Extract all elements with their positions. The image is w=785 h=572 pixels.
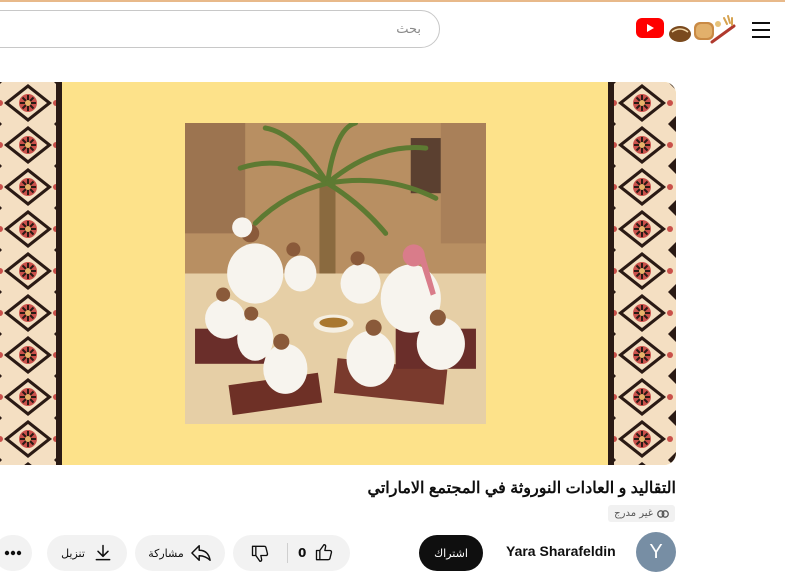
avatar-letter: Y bbox=[649, 540, 663, 563]
youtube-logo[interactable] bbox=[636, 18, 664, 38]
video-title: التقاليد و العادات النوروثة في المجتمع ا… bbox=[367, 480, 676, 497]
top-accent-line bbox=[0, 0, 785, 2]
share-label: مشاركة bbox=[148, 546, 184, 560]
left-pattern-border bbox=[0, 82, 62, 465]
bread-logo-icon bbox=[669, 15, 736, 44]
link-icon bbox=[657, 509, 669, 518]
share-icon bbox=[190, 545, 211, 561]
video-thumbnail-image bbox=[185, 123, 486, 424]
unlisted-label: غير مدرج bbox=[614, 508, 653, 519]
download-icon bbox=[95, 544, 111, 561]
like-dislike-group: 0 bbox=[233, 535, 350, 571]
download-label: تنزيل bbox=[61, 546, 85, 560]
video-player[interactable] bbox=[0, 82, 676, 465]
more-actions-button[interactable] bbox=[0, 535, 32, 571]
right-pattern-border bbox=[608, 82, 676, 465]
search-bar[interactable] bbox=[0, 10, 440, 48]
download-button[interactable]: تنزيل bbox=[47, 535, 127, 571]
more-dots-icon bbox=[4, 550, 22, 556]
search-input[interactable] bbox=[0, 20, 423, 38]
play-icon bbox=[647, 24, 654, 32]
like-button[interactable]: 0 bbox=[288, 535, 350, 571]
unlisted-badge: غير مدرج bbox=[608, 505, 675, 522]
menu-icon[interactable] bbox=[752, 22, 770, 38]
thumbs-up-icon bbox=[316, 544, 333, 561]
channel-avatar[interactable]: Y bbox=[636, 532, 676, 572]
thumbs-down-icon bbox=[251, 545, 269, 562]
dislike-button[interactable] bbox=[233, 535, 287, 571]
share-button[interactable]: مشاركة bbox=[135, 535, 225, 571]
subscribe-button[interactable]: اشتراك bbox=[419, 535, 483, 571]
channel-name[interactable]: Yara Sharafeldin bbox=[506, 543, 616, 559]
like-count: 0 bbox=[298, 546, 307, 560]
